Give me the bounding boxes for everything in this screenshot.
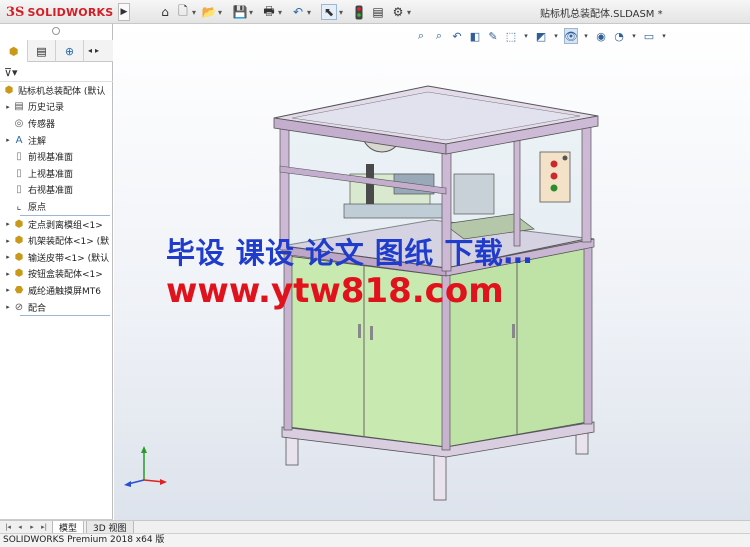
history-icon: ▤ <box>14 101 24 113</box>
tree-item[interactable]: ▸ ⬣ 威纶通触摸屏MT6 <box>0 282 113 299</box>
expand-arrow-icon[interactable]: ▸ <box>4 270 12 278</box>
tab-scroll-right-icon[interactable]: ▸ <box>95 46 99 55</box>
new-file-icon[interactable]: 🗋 <box>176 4 190 20</box>
next-tab-icon[interactable]: ▸ <box>26 522 38 532</box>
tree-item-label: 配合 <box>28 303 47 314</box>
tree-separator <box>20 315 110 317</box>
last-tab-icon[interactable]: ▸| <box>38 522 50 532</box>
assembly-tree-icon: ⬢ <box>8 44 19 58</box>
tree-item[interactable]: ▯ 前视基准面 <box>0 148 113 165</box>
subassembly-icon: ⬢ <box>14 218 24 230</box>
feature-tree: ⬢ 贴标机总装配体 (默认 ▸ ▤ 历史记录 ◎ 传感器 ▸ A 注解 ▯ 前视基准面 ▯ 上视基准面… <box>0 82 113 317</box>
open-dropdown-icon[interactable]: ▾ <box>217 4 223 20</box>
tree-item-label: 注解 <box>28 136 47 147</box>
tree-item[interactable]: ▸ ⬢ 机架装配体<1> (默 <box>0 232 113 249</box>
watermark-line2: www.ytw818.com <box>166 271 504 311</box>
tree-item-label: 威纶通触摸屏MT6 <box>28 286 101 297</box>
status-bar: SOLIDWORKS Premium 2018 x64 版 <box>0 533 750 547</box>
subassembly-icon: ⬢ <box>14 251 24 263</box>
tree-item-label: 机架装配体<1> (默 <box>28 237 110 248</box>
tree-item-label: 传感器 <box>28 119 56 130</box>
tab-property-manager[interactable]: ▤ <box>28 40 56 62</box>
expand-arrow-icon[interactable]: ▸ <box>4 286 12 294</box>
tree-item[interactable]: ▸ A 注解 <box>0 132 113 149</box>
tree-item[interactable]: ▸ ⬢ 输送皮带<1> (默认 <box>0 249 113 266</box>
file-properties-icon[interactable]: ▤ <box>371 4 385 20</box>
mates-icon: ⊘ <box>14 301 24 313</box>
tab-configuration-manager[interactable]: ⊕ <box>56 40 84 62</box>
tree-item[interactable]: ▯ 右视基准面 <box>0 182 113 199</box>
options-dropdown-icon[interactable]: ▾ <box>406 4 412 20</box>
first-tab-icon[interactable]: |◂ <box>2 522 14 532</box>
tree-item-label: 按钮盒装配体<1> <box>28 270 103 281</box>
tree-item-label: 上视基准面 <box>28 169 74 180</box>
print-dropdown-icon[interactable]: ▾ <box>277 4 283 20</box>
origin-icon: ⌞ <box>16 200 22 212</box>
expand-arrow-icon[interactable]: ▸ <box>4 253 12 261</box>
coordinate-triad-icon <box>124 446 167 487</box>
solidworks-logo: 3S SOLIDWORKS <box>6 4 113 20</box>
graphics-viewport[interactable]: ⌕ ⌕ ↶ ◧ ✎ ⬚ ▾ ◩ ▾ 👁 ▾ ◉ ◔ ▾ ▭ ▾ 毕设 课设 论文… <box>114 24 750 520</box>
tree-item-label: 定点剥离模组<1> <box>28 220 103 231</box>
plane-icon: ▯ <box>16 151 22 163</box>
undo-dropdown-icon[interactable]: ▾ <box>306 4 312 20</box>
tree-root-label: 贴标机总装配体 (默认 <box>18 86 106 97</box>
tree-item[interactable]: ◎ 传感器 <box>0 115 113 132</box>
tree-item[interactable]: ▸ ⊘ 配合 <box>0 299 113 316</box>
configuration-icon: ⊕ <box>64 44 75 58</box>
filter-icon[interactable]: ⊽▾ <box>4 66 18 79</box>
home-icon[interactable]: ⌂ <box>158 4 172 20</box>
sensor-icon: ◎ <box>14 117 24 129</box>
tab-scroll-left-icon[interactable]: ◂ <box>88 46 92 55</box>
tree-root[interactable]: ⬢ 贴标机总装配体 (默认 <box>0 82 113 99</box>
tree-item-label: 历史记录 <box>28 103 65 114</box>
tree-item-label: 原点 <box>28 202 47 213</box>
subassembly-icon: ⬢ <box>14 235 24 247</box>
panel-tabs: ⬢ ▤ ⊕ ◂ ▸ <box>0 40 113 62</box>
bottom-tab-bar: |◂ ◂ ▸ ▸| 模型 3D 视图 <box>0 520 750 534</box>
tree-item[interactable]: ▸ ⬢ 定点剥离模组<1> <box>0 216 113 233</box>
new-dropdown-icon[interactable]: ▾ <box>191 4 197 20</box>
expand-arrow-icon[interactable]: ▸ <box>4 303 12 311</box>
select-icon[interactable]: ⬉ <box>321 4 337 20</box>
menu-expand-arrow-icon[interactable]: ▶ <box>118 3 130 21</box>
expand-arrow-icon[interactable]: ▸ <box>4 237 12 245</box>
options-icon[interactable]: ⚙ <box>391 4 405 20</box>
undo-icon[interactable]: ↶ <box>291 4 305 20</box>
tree-item[interactable]: ▸ ▤ 历史记录 <box>0 99 113 116</box>
expand-arrow-icon[interactable]: ▸ <box>4 136 12 144</box>
save-dropdown-icon[interactable]: ▾ <box>248 4 254 20</box>
plane-icon: ▯ <box>16 167 22 179</box>
save-icon[interactable]: 💾 <box>233 4 248 20</box>
watermark-line1: 毕设 课设 论文 图纸 下载… <box>166 236 533 270</box>
tab-feature-manager[interactable]: ⬢ <box>0 40 28 62</box>
filter-row: ⊽▾ <box>0 64 113 82</box>
panel-drag-handle[interactable] <box>52 27 60 35</box>
tree-item[interactable]: ⌞ 原点 <box>0 198 113 215</box>
prev-tab-icon[interactable]: ◂ <box>14 522 26 532</box>
select-dropdown-icon[interactable]: ▾ <box>338 4 344 20</box>
subassembly-icon: ⬢ <box>14 268 24 280</box>
tree-item-label: 输送皮带<1> (默认 <box>28 253 110 264</box>
logo-mark: 3S <box>6 4 25 20</box>
annotation-icon: A <box>15 134 23 146</box>
part-icon: ⬣ <box>14 284 24 296</box>
open-icon[interactable]: 📂 <box>202 4 217 20</box>
expand-arrow-icon[interactable]: ▸ <box>4 103 12 111</box>
assembly-icon: ⬢ <box>4 84 14 96</box>
tree-item[interactable]: ▸ ⬢ 按钮盒装配体<1> <box>0 266 113 283</box>
logo-text: SOLIDWORKS <box>27 5 114 19</box>
print-icon[interactable]: 🖶 <box>262 4 276 20</box>
plane-icon: ▯ <box>16 184 22 196</box>
expand-arrow-icon[interactable]: ▸ <box>4 220 12 228</box>
rebuild-icon[interactable] <box>354 4 364 20</box>
status-text: SOLIDWORKS Premium 2018 x64 版 <box>3 535 165 545</box>
title-bar: 3S SOLIDWORKS ▶ ⌂ 🗋 ▾ 📂 ▾ 💾 ▾ 🖶 ▾ ↶ ▾ ⬉ … <box>0 0 750 24</box>
document-title: 贴标机总装配体.SLDASM * <box>540 9 663 20</box>
tree-item[interactable]: ▯ 上视基准面 <box>0 165 113 182</box>
tree-item-label: 前视基准面 <box>28 153 74 164</box>
feature-manager-panel: ⬢ ▤ ⊕ ◂ ▸ ⊽▾ ⬢ 贴标机总装配体 (默认 ▸ ▤ 历史记录 ◎ 传感器 ▸ A 注… <box>0 24 113 529</box>
property-list-icon: ▤ <box>36 44 47 58</box>
tree-item-label: 右视基准面 <box>28 186 74 197</box>
